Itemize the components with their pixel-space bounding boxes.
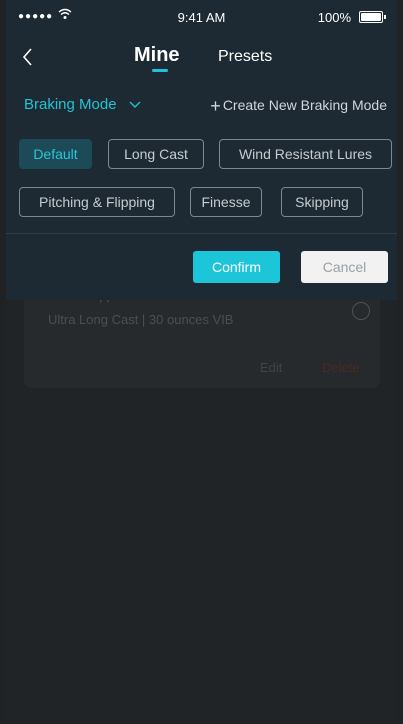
chevron-left-icon xyxy=(22,48,32,66)
app-frame: Brakes applicable for 30 ounces Ultra Lo… xyxy=(6,0,397,724)
card-details: Ultra Long Cast | 30 ounces VIB xyxy=(48,312,234,327)
card-delete-button[interactable]: Delete xyxy=(322,360,360,375)
create-label: Create New Braking Mode xyxy=(222,97,387,113)
confirm-button[interactable]: Confirm xyxy=(193,251,280,283)
divider xyxy=(6,233,397,234)
card-radio-button[interactable] xyxy=(352,302,370,320)
braking-mode-label: Braking Mode xyxy=(24,96,117,113)
tab-mine[interactable]: Mine xyxy=(134,44,180,67)
braking-mode-dropdown[interactable]: Braking Mode xyxy=(24,96,141,113)
chip-pitching-flipping[interactable]: Pitching & Flipping xyxy=(19,187,175,217)
tab-presets[interactable]: Presets xyxy=(218,48,272,66)
plus-icon: + xyxy=(210,96,221,116)
active-tab-indicator xyxy=(152,69,168,72)
create-braking-mode-button[interactable]: + Create New Braking Mode xyxy=(210,96,387,117)
back-button[interactable] xyxy=(20,46,34,74)
chip-finesse[interactable]: Finesse xyxy=(190,187,262,217)
chip-long-cast[interactable]: Long Cast xyxy=(108,139,204,169)
chip-wind-resistant-lures[interactable]: Wind Resistant Lures xyxy=(219,139,392,169)
battery-icon xyxy=(359,11,386,23)
chevron-down-icon xyxy=(129,98,141,112)
card-edit-button[interactable]: Edit xyxy=(260,360,282,375)
chip-skipping[interactable]: Skipping xyxy=(281,187,363,217)
filter-sheet: ●●●●● 9:41 AM 100% Mine Presets Braking … xyxy=(6,0,397,300)
mode-row: Braking Mode + Create New Braking Mode xyxy=(6,92,397,120)
cancel-button[interactable]: Cancel xyxy=(301,251,388,283)
battery-percent: 100% xyxy=(317,10,351,25)
status-bar: ●●●●● 9:41 AM 100% xyxy=(6,0,397,36)
top-nav: Mine Presets xyxy=(6,36,397,84)
chip-default[interactable]: Default xyxy=(19,139,92,169)
